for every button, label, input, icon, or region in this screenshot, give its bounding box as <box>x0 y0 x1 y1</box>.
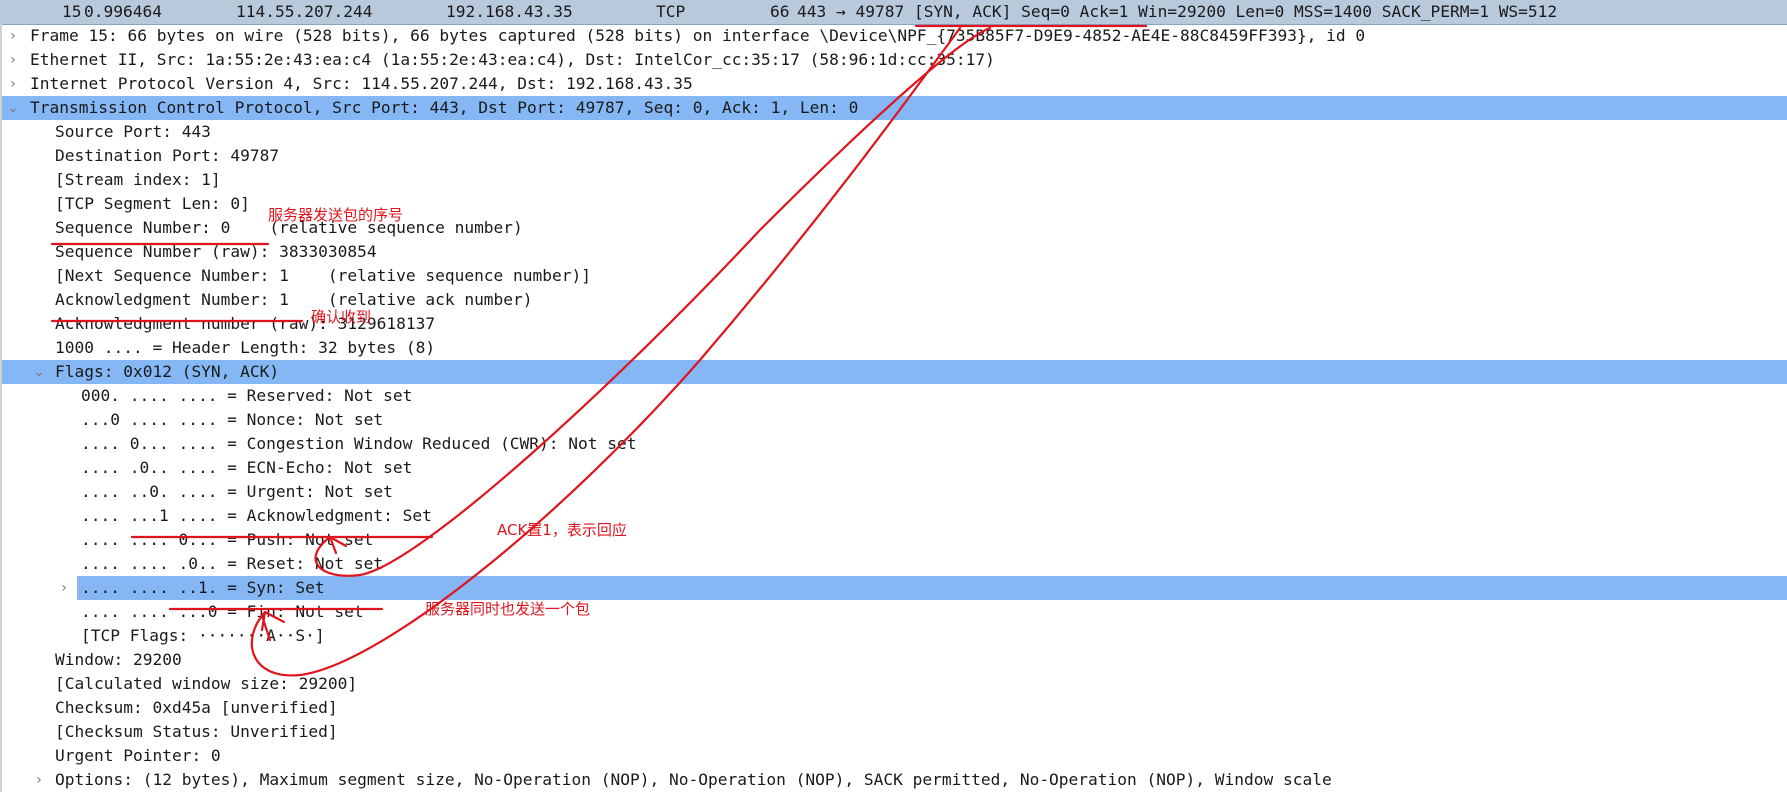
tree-row-flag-push[interactable]: .... .... 0... = Push: Not set <box>2 528 1787 552</box>
tree-row-flag-reserved[interactable]: 000. .... .... = Reserved: Not set <box>2 384 1787 408</box>
packet-destination: 192.168.43.35 <box>446 2 573 21</box>
packet-info: 443 → 49787 [SYN, ACK] Seq=0 Ack=1 Win=2… <box>797 2 1558 21</box>
tree-row-stream-index[interactable]: [Stream index: 1] <box>2 168 1787 192</box>
packet-length: 66 <box>770 2 790 21</box>
tree-row-checksum[interactable]: Checksum: 0xd45a [unverified] <box>2 696 1787 720</box>
chevron-right-icon[interactable]: › <box>6 24 20 48</box>
tree-row-ack-raw[interactable]: Acknowledgment number (raw): 3129618137 <box>2 312 1787 336</box>
packet-time: 0.996464 <box>84 2 162 21</box>
annotation-ack-received: 确认收到 <box>311 308 372 326</box>
packet-source: 114.55.207.244 <box>236 2 373 21</box>
tree-row-frame[interactable]: › Frame 15: 66 bytes on wire (528 bits), … <box>2 24 1787 48</box>
tree-row-ethernet[interactable]: › Ethernet II, Src: 1a:55:2e:43:ea:c4 (1a… <box>2 48 1787 72</box>
tree-row-label: Internet Protocol Version 4, Src: 114.55… <box>30 74 693 93</box>
tree-row-flag-ack[interactable]: .... ...1 .... = Acknowledgment: Set <box>2 504 1787 528</box>
annotation-ack-set: ACK置1，表示回应 <box>497 521 627 539</box>
packet-list-row[interactable]: 15 0.996464 114.55.207.244 192.168.43.35… <box>0 0 1787 25</box>
tree-row-flag-urgent[interactable]: .... ..0. .... = Urgent: Not set <box>2 480 1787 504</box>
chevron-down-icon[interactable]: ⌄ <box>6 96 20 120</box>
packet-no: 15 <box>62 2 82 21</box>
tree-row-calc-window[interactable]: [Calculated window size: 29200] <box>2 672 1787 696</box>
tree-row-flag-nonce[interactable]: ...0 .... .... = Nonce: Not set <box>2 408 1787 432</box>
chevron-right-icon[interactable]: › <box>6 72 20 96</box>
tree-row-window[interactable]: Window: 29200 <box>2 648 1787 672</box>
tree-row-flag-syn[interactable]: ›.... .... ..1. = Syn: Set <box>61 576 1787 600</box>
tree-row-flag-reset[interactable]: .... .... .0.. = Reset: Not set <box>2 552 1787 576</box>
tree-row-label: Frame 15: 66 bytes on wire (528 bits), 6… <box>30 26 1366 45</box>
tree-row-flag-cwr[interactable]: .... 0... .... = Congestion Window Reduc… <box>2 432 1787 456</box>
tree-row-label: .... .... ..1. = Syn: Set <box>81 578 325 597</box>
tree-row-tcp-flags-summary[interactable]: [TCP Flags: ·······A··S·] <box>2 624 1787 648</box>
tree-row-urgent-pointer[interactable]: Urgent Pointer: 0 <box>2 744 1787 768</box>
annotation-server-seq: 服务器发送包的序号 <box>268 206 404 224</box>
tree-row-ipv4[interactable]: › Internet Protocol Version 4, Src: 114.5… <box>2 72 1787 96</box>
tree-row-flags[interactable]: ⌄ Flags: 0x012 (SYN, ACK) <box>2 360 1787 384</box>
chevron-down-icon[interactable]: ⌄ <box>32 360 46 384</box>
tree-row-sequence-raw[interactable]: Sequence Number (raw): 3833030854 <box>2 240 1787 264</box>
tree-row-label: Flags: 0x012 (SYN, ACK) <box>55 362 280 381</box>
tree-row-options[interactable]: › Options: (12 bytes), Maximum segment si… <box>2 768 1787 792</box>
tree-row-tcp[interactable]: ⌄ Transmission Control Protocol, Src Port… <box>2 96 1787 120</box>
tree-row-label: Options: (12 bytes), Maximum segment siz… <box>55 770 1332 789</box>
packet-protocol: TCP <box>656 2 686 21</box>
tree-row-destination-port[interactable]: Destination Port: 49787 <box>2 144 1787 168</box>
annotation-server-sends: 服务器同时也发送一个包 <box>425 600 591 618</box>
tree-row-flag-ecn[interactable]: .... .0.. .... = ECN-Echo: Not set <box>2 456 1787 480</box>
tree-row-label: Ethernet II, Src: 1a:55:2e:43:ea:c4 (1a:… <box>30 50 995 69</box>
tree-row-next-sequence[interactable]: [Next Sequence Number: 1 (relative seque… <box>2 264 1787 288</box>
chevron-right-icon[interactable]: › <box>32 768 46 792</box>
tree-row-flag-fin[interactable]: .... .... ...0 = Fin: Not set <box>2 600 1787 624</box>
tree-row-ack-number[interactable]: Acknowledgment Number: 1 (relative ack n… <box>2 288 1787 312</box>
packet-details-tree: › Frame 15: 66 bytes on wire (528 bits), … <box>0 24 1787 792</box>
tree-row-source-port[interactable]: Source Port: 443 <box>2 120 1787 144</box>
tree-row-label: Transmission Control Protocol, Src Port:… <box>30 98 859 117</box>
chevron-right-icon[interactable]: › <box>57 576 71 600</box>
tree-row-header-length[interactable]: 1000 .... = Header Length: 32 bytes (8) <box>2 336 1787 360</box>
chevron-right-icon[interactable]: › <box>6 48 20 72</box>
tree-row-checksum-status[interactable]: [Checksum Status: Unverified] <box>2 720 1787 744</box>
